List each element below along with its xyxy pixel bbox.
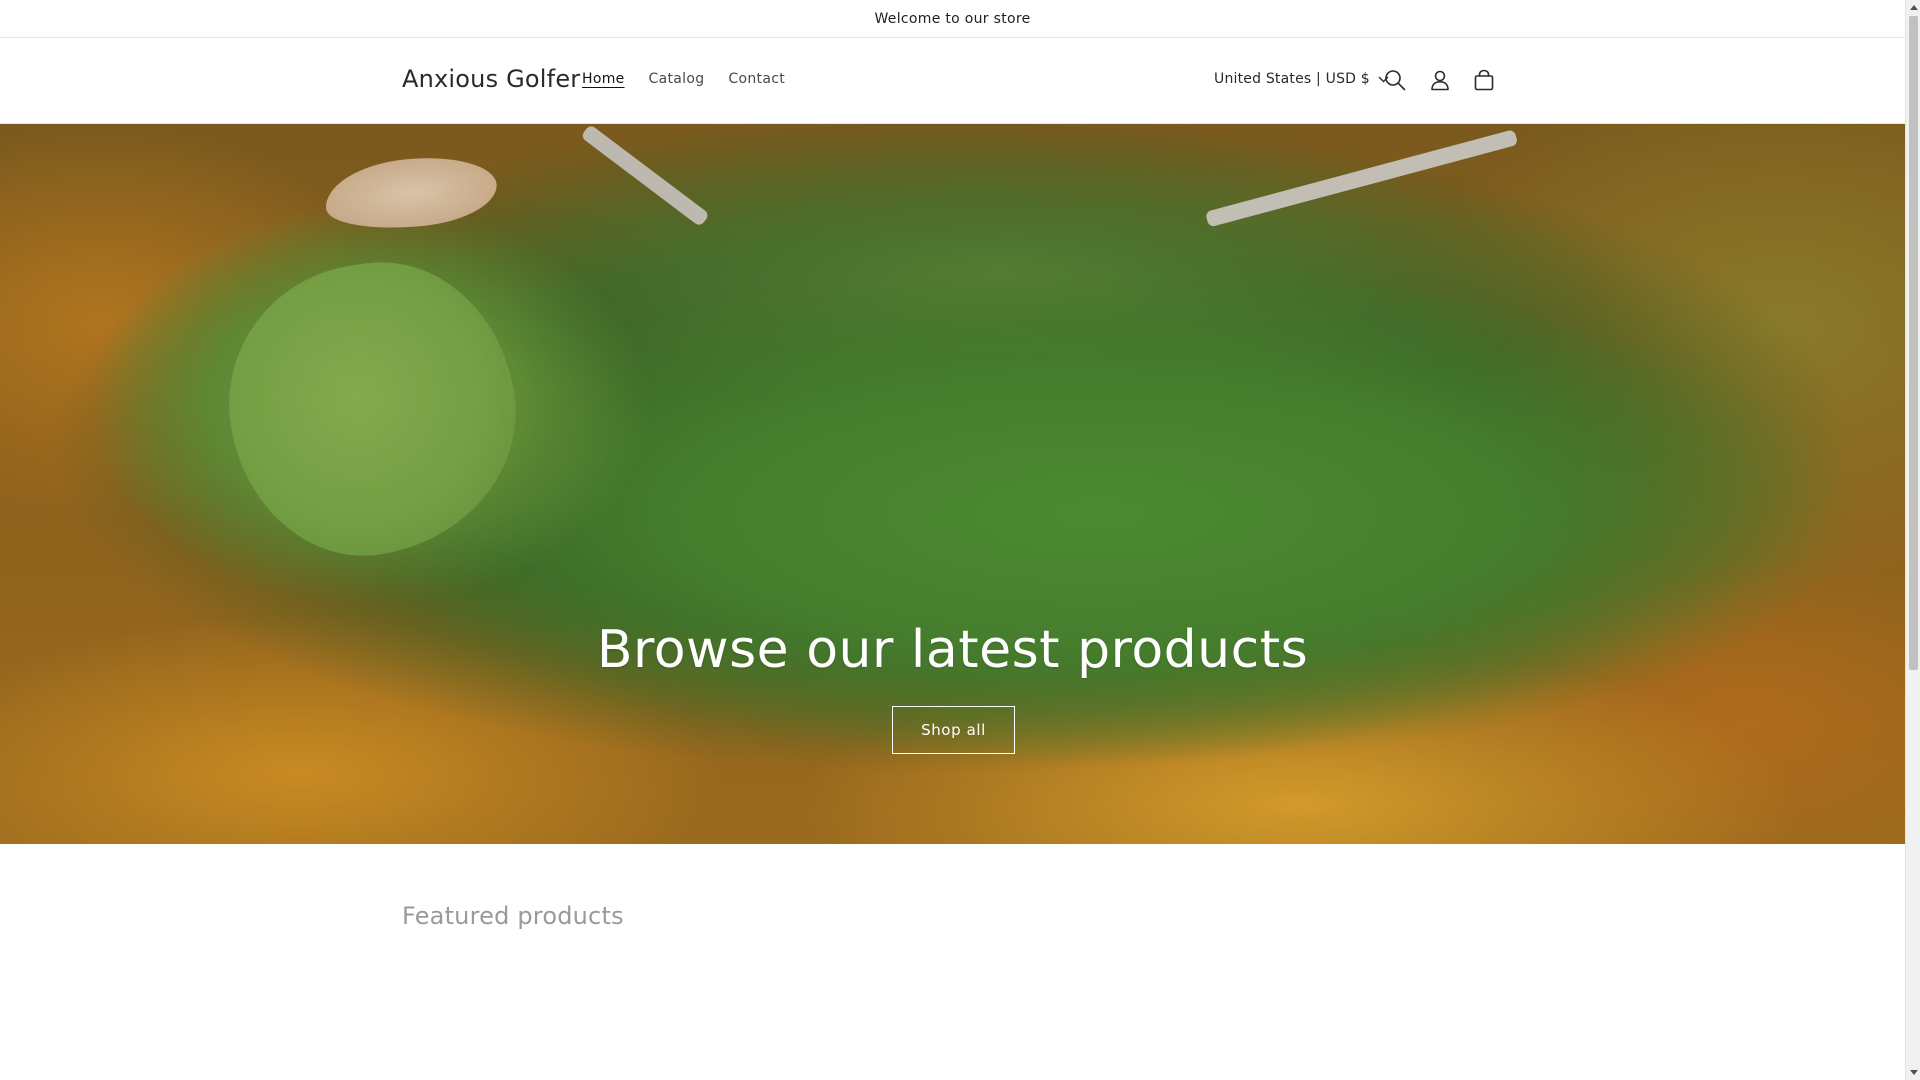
search-button[interactable] (1379, 64, 1411, 96)
hero-banner: Browse our latest products Shop all (0, 124, 1905, 844)
announcement-text: Welcome to our store (874, 10, 1031, 27)
store-logo[interactable]: Anxious Golfer (402, 65, 580, 93)
shop-all-button[interactable]: Shop all (892, 706, 1015, 754)
cart-icon (1473, 69, 1495, 91)
nav-item-contact[interactable]: Contact (728, 71, 785, 87)
account-icon (1429, 69, 1451, 91)
site-header: Anxious Golfer Home Catalog Contact Unit… (0, 38, 1905, 124)
featured-products-title: Featured products (402, 902, 624, 930)
hero-title: Browse our latest products (596, 620, 1309, 680)
currency-label: United States | USD $ (1214, 71, 1370, 87)
cart-path (1205, 129, 1519, 228)
sand-bunker (321, 150, 501, 236)
nav-item-catalog[interactable]: Catalog (649, 71, 705, 87)
nav-item-home[interactable]: Home (582, 71, 625, 87)
page: Welcome to our store Anxious Golfer Home… (0, 0, 1905, 1080)
vertical-scrollbar[interactable] (1905, 0, 1920, 1080)
announcement-bar: Welcome to our store (0, 0, 1905, 38)
account-button[interactable] (1424, 64, 1456, 96)
cart-button[interactable] (1468, 64, 1500, 96)
main-nav: Home Catalog Contact (582, 71, 809, 87)
putting-green (211, 245, 534, 573)
scroll-down-icon[interactable] (1906, 1065, 1920, 1080)
cart-path (580, 124, 710, 228)
scrollbar-thumb[interactable] (1909, 16, 1918, 670)
currency-selector[interactable]: United States | USD $ (1214, 71, 1389, 87)
search-icon (1384, 69, 1406, 91)
scroll-up-icon[interactable] (1906, 0, 1920, 15)
